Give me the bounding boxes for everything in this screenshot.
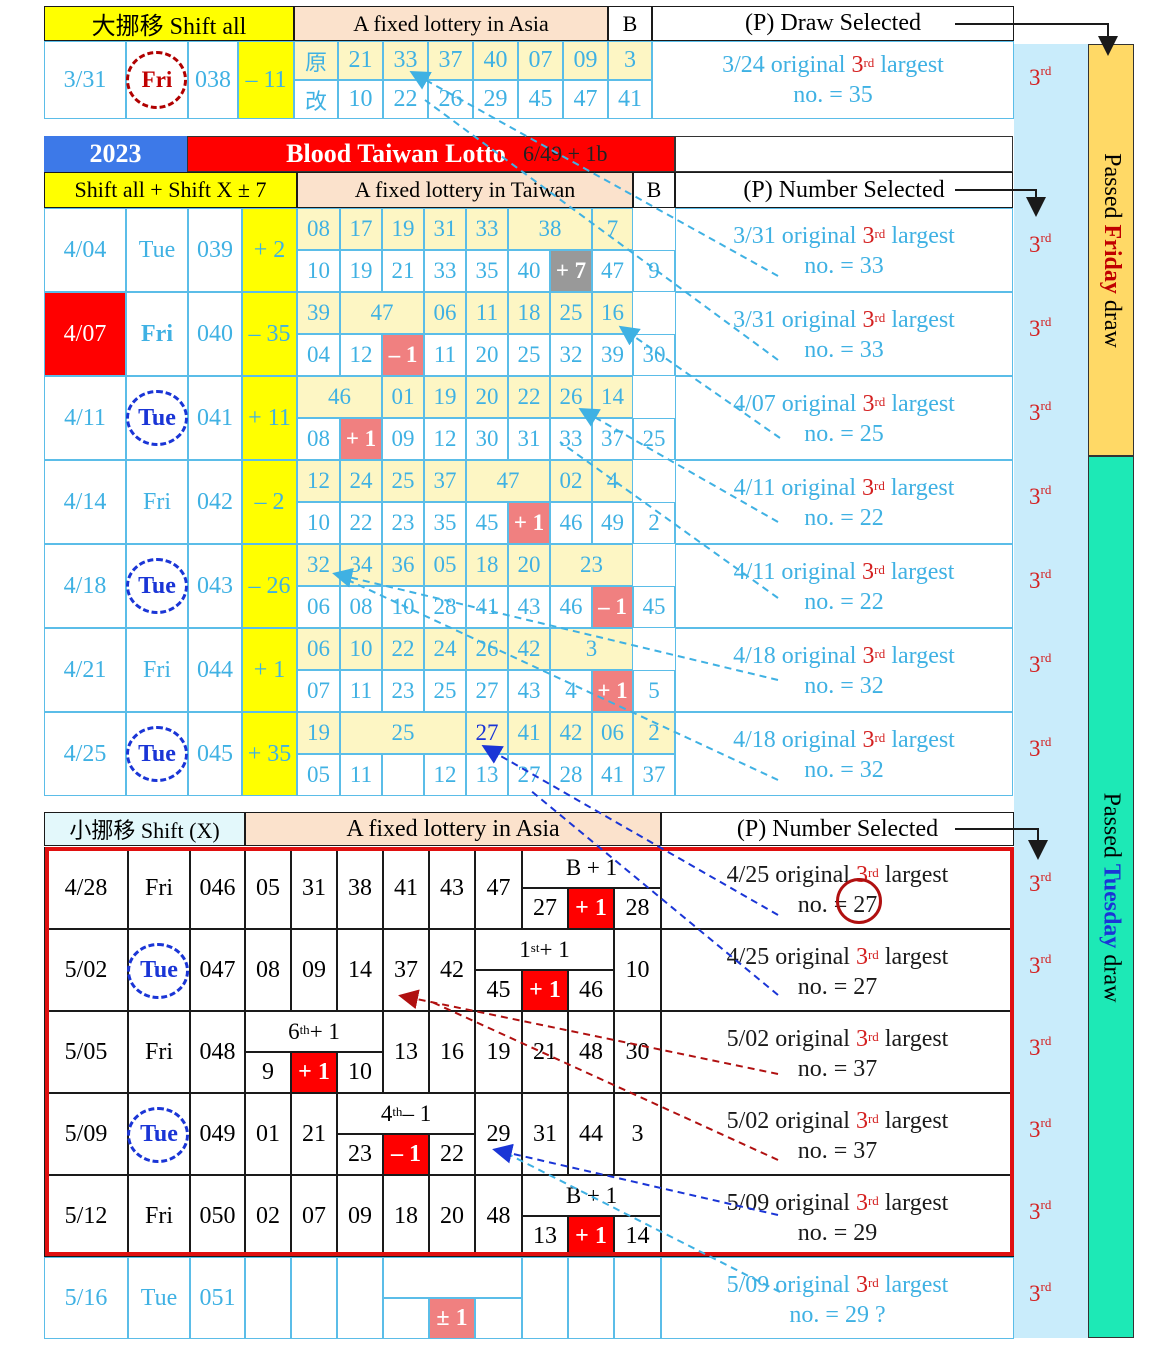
arrow-cyan-8 [499, 1149, 781, 1293]
bottom-p-connector [955, 828, 1048, 860]
arrow-red-1 [398, 989, 779, 1075]
arrow-overlay [332, 23, 1118, 1293]
arrow-red-2 [431, 1001, 779, 1161]
mid-p-connector [955, 189, 1046, 217]
arrow-cyan-7 [334, 573, 779, 781]
arrow-cyan-1 [409, 71, 779, 277]
arrow-blue-1 [481, 745, 779, 916]
arrow-blue-2 [529, 789, 779, 996]
top-p-connector [955, 23, 1118, 56]
arrow-cyan-4 [578, 408, 779, 523]
arrow-cyan-2 [424, 99, 779, 361]
arrow-cyan-6 [332, 568, 779, 681]
arrow-blue-3 [492, 1143, 779, 1216]
arrow-cyan-5 [559, 441, 779, 599]
